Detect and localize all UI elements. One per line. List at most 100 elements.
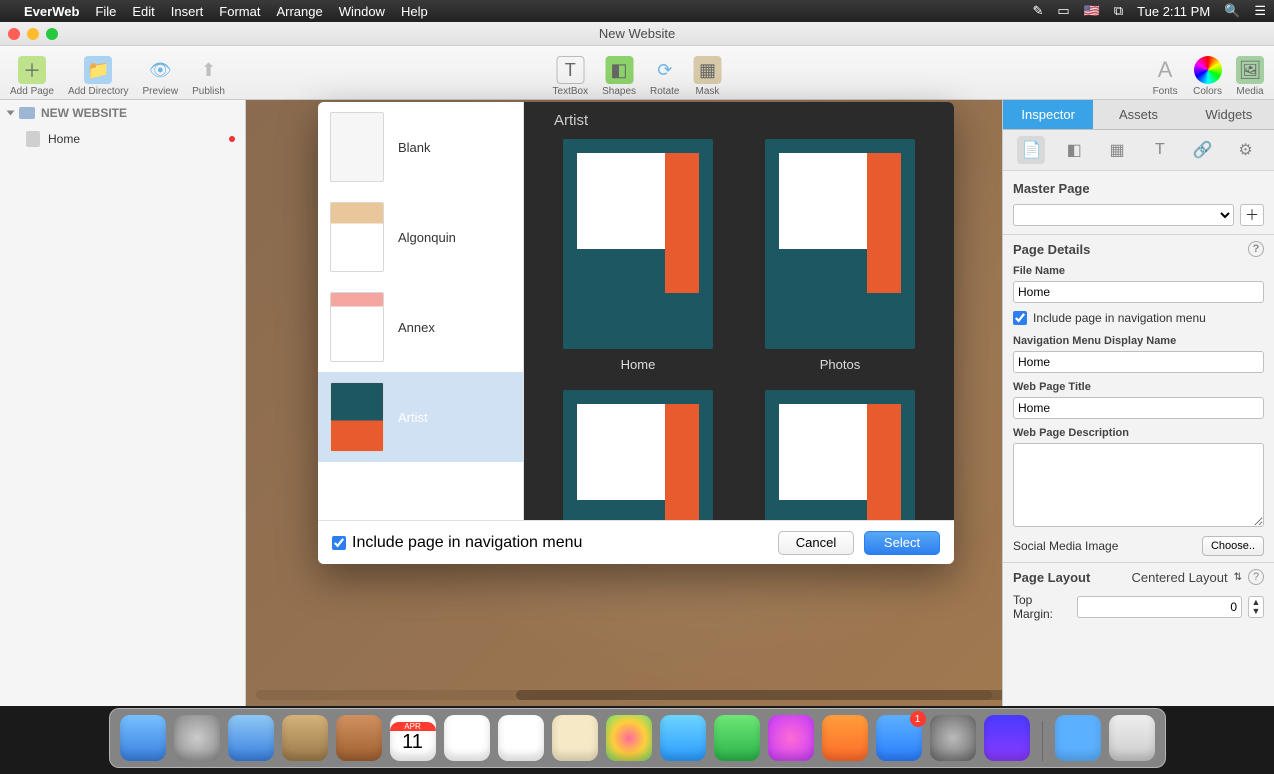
help-icon[interactable]: ? (1248, 241, 1264, 257)
web-desc-label: Web Page Description (1013, 427, 1264, 439)
tool-rotate[interactable]: ⟳Rotate (650, 56, 679, 97)
page-details-heading: Page Details? (1013, 241, 1264, 257)
tool-preview[interactable]: 👁Preview (143, 56, 179, 97)
inspector-panel: Inspector Assets Widgets 📄 ◧ ▦ T 🔗 ⚙ Mas… (1002, 100, 1274, 706)
zoom-window-button[interactable] (46, 28, 58, 40)
preview-page-videos[interactable]: Videos (550, 390, 726, 520)
file-name-input[interactable] (1013, 281, 1264, 303)
tab-widgets[interactable]: Widgets (1184, 100, 1274, 130)
dock-settings[interactable] (930, 715, 976, 761)
add-master-button[interactable]: ＋ (1240, 204, 1264, 226)
dock-itunes[interactable] (768, 715, 814, 761)
pages-sidebar: NEW WEBSITE Home (0, 100, 246, 706)
screens-icon[interactable]: ⧉ (1114, 3, 1123, 19)
dock-contacts[interactable] (336, 715, 382, 761)
top-margin-stepper[interactable]: ▲▼ (1248, 596, 1264, 618)
menu-edit[interactable]: Edit (132, 4, 154, 19)
inspector-metrics-icon[interactable]: ◧ (1060, 136, 1088, 164)
tool-mask[interactable]: ▦Mask (693, 56, 721, 97)
tool-add-directory[interactable]: 📁Add Directory (68, 56, 129, 97)
dock-reminders[interactable] (498, 715, 544, 761)
close-window-button[interactable] (8, 28, 20, 40)
template-blank[interactable]: Blank (318, 102, 523, 192)
page-label: Home (48, 132, 80, 146)
tool-shapes[interactable]: ◧Shapes (602, 56, 636, 97)
tab-assets[interactable]: Assets (1093, 100, 1183, 130)
dock-facetime[interactable] (714, 715, 760, 761)
include-nav-checkbox[interactable] (1013, 311, 1027, 325)
nav-display-input[interactable] (1013, 351, 1264, 373)
dock-maps[interactable] (552, 715, 598, 761)
page-layout-value[interactable]: Centered Layout (1131, 570, 1227, 585)
sheet-include-nav-label: Include page in navigation menu (352, 534, 582, 552)
app-name[interactable]: EverWeb (24, 4, 79, 19)
dock-mail[interactable] (282, 715, 328, 761)
template-annex[interactable]: Annex (318, 282, 523, 372)
top-margin-input[interactable] (1077, 596, 1242, 618)
minimize-window-button[interactable] (27, 28, 39, 40)
sheet-include-nav-checkbox[interactable] (332, 536, 346, 550)
menu-help[interactable]: Help (401, 4, 428, 19)
inspector-layout-icon[interactable]: ▦ (1103, 136, 1131, 164)
web-title-input[interactable] (1013, 397, 1264, 419)
inspector-link-icon[interactable]: 🔗 (1189, 136, 1217, 164)
tool-textbox[interactable]: TTextBox (553, 56, 589, 97)
inspector-page-icon[interactable]: 📄 (1017, 136, 1045, 164)
social-choose-button[interactable]: Choose.. (1202, 536, 1264, 556)
menu-insert[interactable]: Insert (171, 4, 204, 19)
cancel-button[interactable]: Cancel (778, 531, 854, 555)
tab-inspector[interactable]: Inspector (1003, 100, 1093, 130)
dock-appstore[interactable]: 1 (876, 715, 922, 761)
page-icon (26, 131, 40, 147)
preview-page-photos[interactable]: Photos (752, 139, 928, 372)
tool-media[interactable]: 🖼Media (1236, 56, 1264, 97)
tool-publish[interactable]: ⬆Publish (192, 56, 225, 97)
dock-downloads[interactable] (1055, 715, 1101, 761)
dock-launchpad[interactable] (174, 715, 220, 761)
dock-trash[interactable] (1109, 715, 1155, 761)
tool-fonts[interactable]: AFonts (1151, 56, 1179, 97)
tool-add-page[interactable]: ＋Add Page (10, 56, 54, 97)
dock-mediaapp[interactable] (984, 715, 1030, 761)
sidebar-page-home[interactable]: Home (0, 126, 245, 152)
preview-page-home[interactable]: Home (550, 139, 726, 372)
dock-notes[interactable] (444, 715, 490, 761)
project-name: NEW WEBSITE (41, 106, 127, 120)
dock-ibooks[interactable] (822, 715, 868, 761)
flag-icon[interactable]: 🇺🇸 (1084, 3, 1100, 19)
menu-format[interactable]: Format (219, 4, 260, 19)
inspector-text-icon[interactable]: T (1146, 136, 1174, 164)
web-desc-textarea[interactable] (1013, 443, 1264, 527)
project-header[interactable]: NEW WEBSITE (0, 100, 245, 126)
dock-photos[interactable] (606, 715, 652, 761)
dock-calendar[interactable]: APR 11 (390, 715, 436, 761)
display-icon[interactable]: ▭ (1057, 3, 1069, 19)
master-page-select[interactable] (1013, 204, 1234, 226)
select-button[interactable]: Select (864, 531, 940, 555)
chevron-updown-icon[interactable]: ⇅ (1234, 572, 1242, 583)
web-title-label: Web Page Title (1013, 381, 1264, 393)
dock-finder[interactable] (120, 715, 166, 761)
spotlight-icon[interactable]: 🔍 (1224, 3, 1240, 19)
menu-file[interactable]: File (95, 4, 116, 19)
template-list[interactable]: Blank Algonquin Annex Artist (318, 102, 524, 520)
template-algonquin[interactable]: Algonquin (318, 192, 523, 282)
help-icon[interactable]: ? (1248, 569, 1264, 585)
dock-messages[interactable] (660, 715, 706, 761)
template-artist[interactable]: Artist (318, 372, 523, 462)
canvas-horizontal-scrollbar[interactable] (256, 690, 992, 700)
preview-page-contact[interactable]: Contact (752, 390, 928, 520)
dock-safari[interactable] (228, 715, 274, 761)
menu-arrange[interactable]: Arrange (276, 4, 322, 19)
inspector-settings-icon[interactable]: ⚙ (1232, 136, 1260, 164)
badge-icon: 1 (910, 711, 926, 727)
folder-icon (19, 107, 35, 119)
preview-title: Artist (554, 112, 928, 129)
menu-icon[interactable]: ☰ (1254, 3, 1266, 19)
menu-window[interactable]: Window (339, 4, 385, 19)
disclosure-icon[interactable] (7, 111, 15, 116)
status-icon[interactable]: ✎ (1032, 3, 1043, 19)
template-sheet: Blank Algonquin Annex Artist Artist Home… (318, 102, 954, 564)
tool-colors[interactable]: Colors (1193, 56, 1222, 97)
clock[interactable]: Tue 2:11 PM (1137, 4, 1210, 19)
